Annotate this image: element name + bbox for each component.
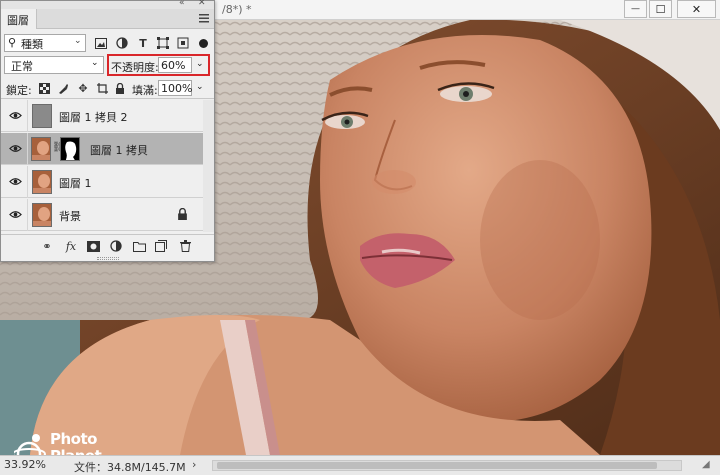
horizontal-scrollbar-thumb[interactable] <box>217 462 657 469</box>
resize-grip-icon[interactable]: ◢ <box>702 459 710 470</box>
visibility-toggle[interactable] <box>1 133 28 165</box>
chevron-down-icon: ⌄ <box>91 58 99 68</box>
eye-icon <box>9 211 22 218</box>
lock-fill-row: 鎖定: ✥ 填滿: 100% ⌄ <box>1 77 214 99</box>
opacity-label: 不透明度: <box>111 61 159 74</box>
search-icon: ⚲ <box>8 36 17 49</box>
eye-icon <box>9 145 22 152</box>
lock-label: 鎖定: <box>6 84 32 97</box>
close-button[interactable]: ✕ <box>677 0 716 18</box>
layer-thumbnail <box>32 104 52 128</box>
maximize-icon: ☐ <box>655 2 666 16</box>
eye-icon <box>9 112 22 119</box>
shape-filter-icon[interactable] <box>156 36 170 50</box>
add-mask-icon[interactable] <box>85 239 101 253</box>
fill-label: 填滿: <box>132 84 158 97</box>
photo-planet-planet-icon <box>14 434 46 455</box>
panel-close-icon[interactable]: ✕ <box>198 0 206 8</box>
layer-thumbnail <box>31 137 51 161</box>
opacity-input[interactable]: 60% <box>158 57 192 73</box>
maximize-button[interactable]: ☐ <box>649 0 672 18</box>
new-layer-icon[interactable] <box>153 239 169 253</box>
visibility-toggle[interactable] <box>1 100 28 132</box>
panel-tab-bar: 圖層 <box>1 9 214 29</box>
tab-layers[interactable]: 圖層 <box>1 9 37 29</box>
layer-name: 圖層 1 拷貝 <box>90 144 148 157</box>
layer-name: 圖層 1 拷貝 2 <box>59 111 128 124</box>
visibility-toggle[interactable] <box>1 199 28 231</box>
document-size-info: 文件：34.8M/145.7M <box>74 461 186 474</box>
adjustment-filter-icon[interactable] <box>115 36 129 50</box>
type-filter-icon[interactable]: T <box>136 36 150 50</box>
chevron-down-icon: ⌄ <box>74 36 82 46</box>
blend-mode-select[interactable]: 正常 ⌄ <box>4 56 104 74</box>
layer-thumbnail <box>32 170 52 194</box>
opacity-dropdown-icon[interactable]: ⌄ <box>196 59 204 69</box>
visibility-toggle[interactable] <box>1 166 28 198</box>
fill-dropdown-icon[interactable]: ⌄ <box>196 82 204 92</box>
delete-layer-trash-icon[interactable] <box>177 239 193 253</box>
eye-icon <box>9 178 22 185</box>
layer-name: 圖層 1 <box>59 177 92 190</box>
close-icon: ✕ <box>691 2 702 16</box>
layer-name: 背景 <box>59 210 81 223</box>
minimize-button[interactable]: — <box>624 0 647 18</box>
filter-kind-label: 種類 <box>21 38 43 51</box>
link-layers-icon[interactable]: ⚭ <box>39 239 55 253</box>
panel-menu-icon[interactable] <box>199 13 209 23</box>
filter-kind-select[interactable]: ⚲ 種類 ⌄ <box>4 34 86 52</box>
filter-toggle-switch[interactable] <box>199 39 208 48</box>
logo-text-photo: Photo <box>50 430 97 448</box>
collapse-panel-icon[interactable]: « <box>179 0 185 8</box>
layers-vertical-scrollbar[interactable] <box>203 100 214 232</box>
layer-filter-row: ⚲ 種類 ⌄ T <box>1 32 214 54</box>
smart-object-filter-icon[interactable] <box>176 36 190 50</box>
document-title: /8*) * <box>222 3 252 16</box>
image-filter-icon[interactable] <box>94 36 108 50</box>
layer-row[interactable]: 圖層 1 拷貝 2 <box>1 100 214 132</box>
logo-text-planet: Planet <box>50 447 102 455</box>
layer-mask-thumbnail[interactable] <box>60 137 80 161</box>
layer-row-selected[interactable]: ⛓ 圖層 1 拷貝 <box>1 133 214 165</box>
info-menu-arrow-icon[interactable]: › <box>192 458 196 471</box>
blend-mode-value: 正常 <box>11 60 33 73</box>
lock-all-icon[interactable] <box>114 82 126 94</box>
fill-input[interactable]: 100% <box>158 80 192 96</box>
status-bar: 33.92% 文件：34.8M/145.7M › ◢ <box>0 455 720 475</box>
layers-list: 圖層 1 拷貝 2 ⛓ 圖層 1 拷貝 圖層 1 背景 <box>1 100 214 232</box>
lock-image-pixels-icon[interactable] <box>57 82 69 94</box>
panel-resize-grip[interactable] <box>97 257 119 260</box>
blend-opacity-row: 正常 ⌄ 不透明度: 60% ⌄ <box>1 54 214 76</box>
layer-thumbnail <box>32 203 52 227</box>
new-adjustment-layer-icon[interactable] <box>108 239 124 253</box>
layer-row[interactable]: 圖層 1 <box>1 166 214 198</box>
layers-panel-footer: ⚭ fx <box>1 234 214 258</box>
new-group-folder-icon[interactable] <box>131 239 147 253</box>
layers-panel: « ✕ 圖層 ⚲ 種類 ⌄ T 正常 ⌄ 不透明度: 60% ⌄ 鎖定: ✥ 填… <box>0 0 215 262</box>
minimize-icon: — <box>631 4 640 14</box>
lock-artboard-icon[interactable] <box>96 82 108 94</box>
layer-row[interactable]: 背景 <box>1 199 214 231</box>
panel-header-strip[interactable]: « ✕ <box>1 0 214 9</box>
lock-transparent-pixels-icon[interactable] <box>38 82 50 94</box>
layer-style-fx-button[interactable]: fx <box>63 239 79 253</box>
lock-position-icon[interactable]: ✥ <box>77 82 89 95</box>
photo-planet-logo: Photo Planet <box>14 430 114 455</box>
zoom-level-field[interactable]: 33.92% <box>4 458 48 473</box>
horizontal-scrollbar[interactable] <box>212 460 682 471</box>
lock-icon[interactable] <box>177 208 188 220</box>
